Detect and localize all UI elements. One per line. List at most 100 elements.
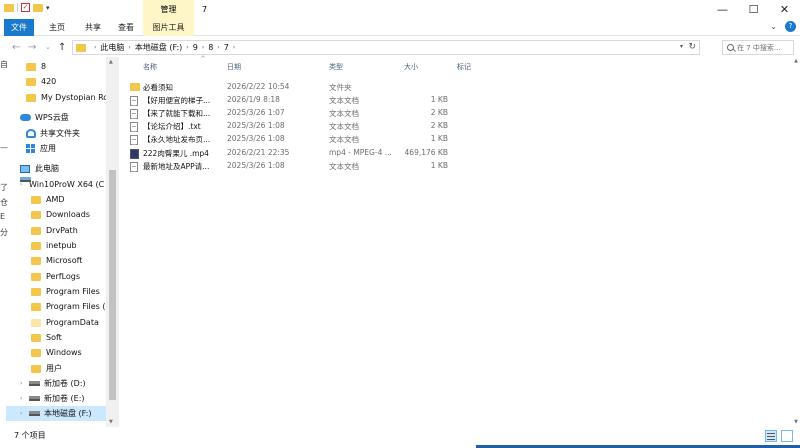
sidebar-item-label: Microsoft: [46, 256, 83, 265]
sidebar-item-drvpath[interactable]: DrvPath: [31, 223, 78, 238]
minimize-button[interactable]: —: [707, 0, 738, 19]
chevron-right-icon[interactable]: ›: [186, 44, 188, 51]
help-icon[interactable]: ?: [785, 21, 796, 32]
navigation-pane-scrollbar[interactable]: ▲ ▼: [106, 57, 119, 427]
sidebar-item-label: 共享文件夹: [40, 129, 80, 138]
chevron-right-icon[interactable]: ›: [20, 395, 29, 402]
sidebar-item-label: inetpub: [46, 241, 77, 250]
sidebar-item-label: Windows: [46, 348, 82, 357]
chevron-right-icon[interactable]: ›: [20, 380, 29, 387]
sidebar-item-users[interactable]: 用户: [31, 361, 62, 376]
sidebar-item-label: 此电脑: [35, 164, 59, 173]
column-header-date[interactable]: 日期: [227, 62, 241, 72]
chevron-right-icon[interactable]: ›: [217, 44, 219, 51]
sidebar-item-drive-c[interactable]: › Win10ProW X64 (C: [20, 177, 104, 192]
large-icons-view-button[interactable]: [781, 430, 793, 442]
background-text: 了: [0, 183, 8, 192]
list-item[interactable]: 必看须知 2026/2/22 10:54 文件夹: [130, 81, 600, 94]
sidebar-item-amd[interactable]: AMD: [31, 192, 65, 207]
breadcrumb-drive-f[interactable]: 本地磁盘 (F:): [135, 42, 182, 53]
folder-icon[interactable]: [4, 3, 14, 12]
file-type: 文本文档: [329, 122, 359, 131]
sidebar-item-soft[interactable]: Soft: [31, 330, 62, 345]
file-type: 文件夹: [329, 83, 352, 92]
expand-ribbon-icon[interactable]: ⌄: [770, 22, 777, 31]
column-header-type[interactable]: 类型: [329, 62, 343, 72]
tab-file[interactable]: 文件: [4, 19, 34, 36]
sidebar-item-shared-folder[interactable]: 共享文件夹: [26, 126, 80, 141]
breadcrumb-8[interactable]: 8: [208, 43, 213, 52]
new-folder-icon[interactable]: [33, 3, 43, 12]
list-item[interactable]: 【好用便宜的梯子... 2026/1/9 8:18 文本文档 1 KB: [130, 94, 600, 107]
file-size: 1 KB: [430, 161, 448, 170]
sidebar-item-apps[interactable]: 应用: [26, 141, 56, 156]
scroll-down-icon[interactable]: ▼: [794, 419, 798, 425]
details-view-button[interactable]: [765, 430, 777, 442]
sidebar-item-drive-d[interactable]: › 新加卷 (D:): [20, 376, 86, 391]
sidebar-item-windows[interactable]: Windows: [31, 345, 82, 360]
chevron-right-icon[interactable]: ›: [233, 44, 235, 51]
sidebar-item-wps-cloud[interactable]: WPS云盘: [20, 110, 69, 125]
address-bar[interactable]: › 此电脑 › 本地磁盘 (F:) › 9 › 8 › 7 › ▾ ↻: [72, 40, 700, 55]
scroll-down-icon[interactable]: ▼: [109, 419, 113, 425]
forward-button[interactable]: →: [28, 38, 36, 57]
sidebar-item-downloads[interactable]: Downloads: [31, 207, 90, 222]
maximize-button[interactable]: ☐: [738, 0, 769, 19]
chevron-right-icon[interactable]: ›: [94, 44, 96, 51]
sidebar-item-label: 用户: [46, 364, 62, 373]
column-header-name[interactable]: 名称: [143, 62, 157, 72]
sidebar-item-label: PerfLogs: [46, 272, 81, 281]
chevron-right-icon[interactable]: ›: [128, 44, 130, 51]
breadcrumb-9[interactable]: 9: [193, 43, 198, 52]
sidebar-item-program-files-x86[interactable]: Program Files (x8: [31, 299, 115, 314]
customize-toolbar-icon[interactable]: ▾: [46, 4, 50, 12]
sidebar-item-perflogs[interactable]: PerfLogs: [31, 269, 80, 284]
sidebar-item-folder-8[interactable]: 8: [26, 59, 46, 74]
tab-share[interactable]: 共享: [80, 19, 106, 36]
sidebar-item-folder-420[interactable]: 420: [26, 74, 56, 89]
back-button[interactable]: ←: [12, 38, 20, 57]
properties-icon[interactable]: ✓: [21, 3, 30, 12]
chevron-down-icon[interactable]: ›: [20, 181, 29, 188]
scroll-up-icon[interactable]: ▲: [109, 59, 113, 65]
tab-home[interactable]: 主页: [44, 19, 70, 36]
up-button[interactable]: ↑: [58, 38, 66, 57]
sidebar-item-programdata[interactable]: ProgramData: [31, 315, 99, 330]
list-item[interactable]: 【来了就能下载和... 2025/3/26 1:07 文本文档 2 KB: [130, 107, 600, 120]
tab-picture-tools[interactable]: 图片工具: [143, 19, 194, 36]
file-list-scrollbar[interactable]: ▲ ▼: [790, 57, 800, 427]
sidebar-item-inetpub[interactable]: inetpub: [31, 238, 77, 253]
close-button[interactable]: ✕: [769, 0, 800, 19]
file-date: 2026/2/21 22:35: [227, 148, 290, 157]
sidebar-item-drive-e[interactable]: › 新加卷 (E:): [20, 391, 85, 406]
refresh-icon[interactable]: ↻: [688, 42, 696, 52]
file-size: 1 KB: [430, 134, 448, 143]
chevron-right-icon[interactable]: ›: [202, 44, 204, 51]
video-file-icon: [130, 149, 139, 159]
background-text: 仓: [0, 198, 8, 207]
ribbon-tabs: 文件 主页 共享 查看 图片工具 ⌄ ?: [0, 19, 800, 36]
scroll-up-icon[interactable]: ▲: [794, 58, 798, 64]
column-header-tags[interactable]: 标记: [457, 62, 471, 72]
sidebar-item-microsoft[interactable]: Microsoft: [31, 253, 82, 268]
sidebar-item-this-pc[interactable]: 此电脑: [20, 161, 59, 176]
address-dropdown-icon[interactable]: ▾: [680, 43, 683, 50]
chevron-right-icon[interactable]: ›: [20, 410, 29, 417]
list-item[interactable]: 【论坛介绍】.txt 2025/3/26 1:08 文本文档 2 KB: [130, 120, 600, 133]
breadcrumb-7[interactable]: 7: [224, 43, 229, 52]
search-box[interactable]: 在 7 中搜索...: [722, 40, 794, 55]
recent-locations-button[interactable]: ⌄: [45, 38, 51, 57]
folder-icon: [31, 210, 41, 219]
list-item[interactable]: 【永久地址发布页... 2025/3/26 1:08 文本文档 1 KB: [130, 133, 600, 146]
file-name: 必看须知: [143, 83, 173, 92]
tab-view[interactable]: 查看: [113, 19, 139, 36]
sidebar-item-label: Program Files: [46, 287, 100, 296]
sidebar-item-drive-f[interactable]: › 本地磁盘 (F:): [6, 406, 106, 421]
sidebar-item-program-files[interactable]: Program Files: [31, 284, 100, 299]
list-item[interactable]: 222肉臀果儿 .mp4 2026/2/21 22:35 mp4 - MPEG-…: [130, 147, 600, 160]
list-item[interactable]: 最新地址及APP请... 2025/3/26 1:08 文本文档 1 KB: [130, 160, 600, 173]
scrollbar-thumb[interactable]: [109, 170, 116, 400]
breadcrumb-this-pc[interactable]: 此电脑: [100, 42, 124, 53]
sidebar-item-my-dystopian-rob[interactable]: My Dystopian Rob: [26, 90, 113, 105]
column-header-size[interactable]: 大小: [404, 62, 418, 72]
